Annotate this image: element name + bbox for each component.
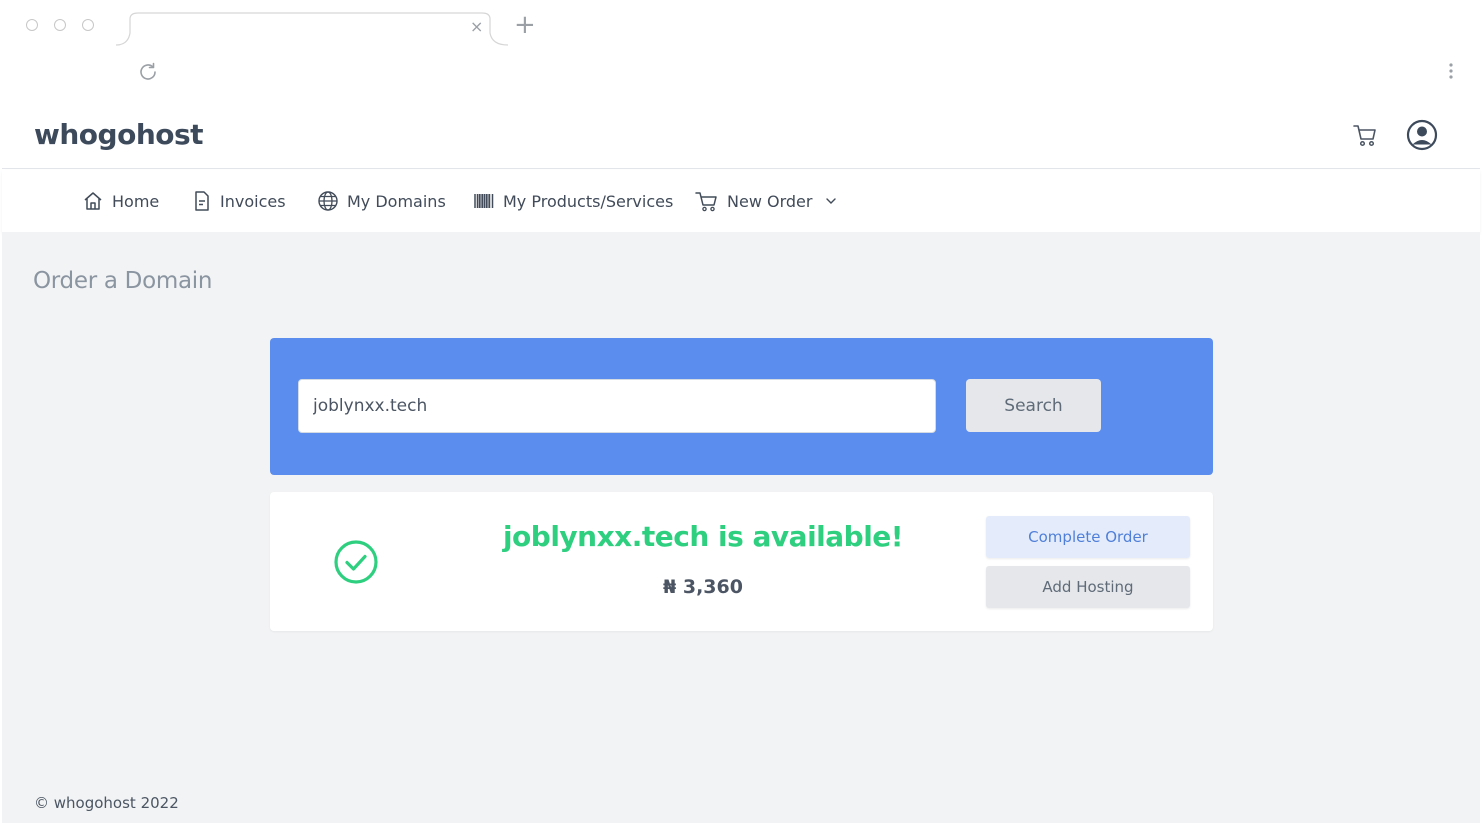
cart-icon (695, 192, 717, 212)
search-button[interactable]: Search (966, 379, 1101, 432)
main-nav: Home Invoices My Domains My Products/Ser… (2, 170, 1480, 232)
complete-order-button[interactable]: Complete Order (986, 516, 1190, 558)
nav-item-my-products-services[interactable]: My Products/Services (473, 188, 673, 214)
barcode-icon (474, 194, 494, 208)
page-title: Order a Domain (33, 268, 213, 294)
nav-item-my-domains[interactable]: My Domains (317, 188, 446, 214)
new-tab-icon[interactable]: + (514, 10, 536, 40)
window-maximize-dot[interactable] (82, 19, 94, 31)
window-minimize-dot[interactable] (54, 19, 66, 31)
domain-search-input[interactable] (298, 379, 936, 433)
home-icon (84, 192, 102, 210)
cart-icon[interactable] (1352, 122, 1378, 148)
nav-item-label: My Domains (347, 191, 446, 211)
footer-copyright: © whogohost 2022 (34, 794, 179, 812)
nav-item-label: Home (112, 191, 160, 211)
user-account-icon[interactable] (1406, 119, 1438, 151)
nav-item-label: New Order (727, 191, 813, 211)
nav-item-invoices[interactable]: Invoices (192, 188, 286, 214)
browser-chrome: × + (0, 0, 1482, 100)
browser-menu-icon[interactable] (1444, 60, 1458, 84)
tab-close-icon[interactable]: × (470, 17, 483, 36)
app-header: whogohost (2, 100, 1480, 169)
window-close-dot[interactable] (26, 19, 38, 31)
nav-item-home[interactable]: Home (82, 188, 159, 214)
brand-logo[interactable]: whogohost (34, 118, 204, 151)
chevron-down-icon (826, 198, 837, 204)
nav-item-label: My Products/Services (503, 191, 674, 211)
invoice-icon (195, 191, 209, 211)
add-hosting-button[interactable]: Add Hosting (986, 566, 1190, 608)
reload-icon[interactable] (136, 60, 160, 84)
main-content: Order a Domain Search joblynxx.tech is a… (2, 232, 1480, 823)
globe-icon (318, 191, 338, 211)
domain-result-card: joblynxx.tech is available! ₦ 3,360 Comp… (270, 492, 1213, 631)
browser-tab[interactable] (116, 11, 509, 47)
domain-search-panel: Search (270, 338, 1213, 475)
nav-item-new-order[interactable]: New Order (695, 188, 838, 214)
nav-item-label: Invoices (220, 191, 286, 211)
